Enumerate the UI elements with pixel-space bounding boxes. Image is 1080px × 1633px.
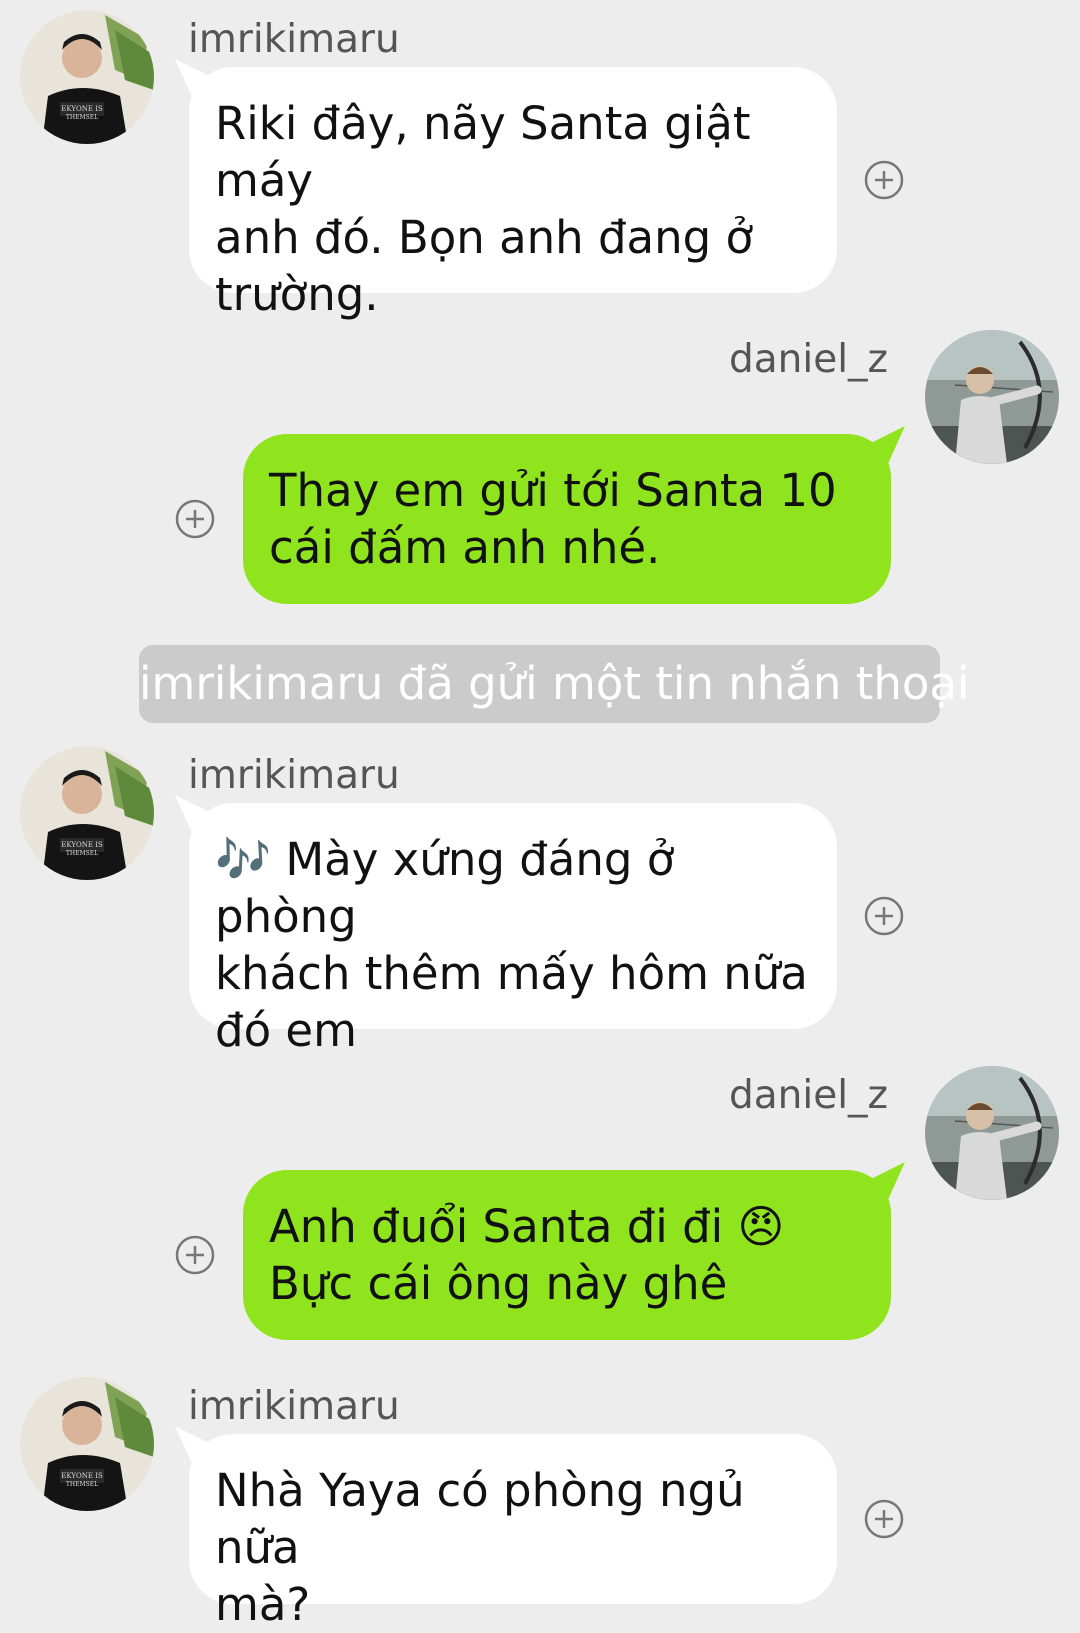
add-reaction-button[interactable] xyxy=(864,1499,904,1539)
svg-text:EKYONE IS: EKYONE IS xyxy=(61,105,103,113)
message-bubble[interactable]: Anh đuổi Santa đi đi 😠 Bực cái ông này g… xyxy=(243,1170,891,1340)
avatar-imrikimaru-image: EKYONE IS THEMSEL xyxy=(20,746,154,880)
avatar-daniel[interactable] xyxy=(925,330,1059,464)
message-bubble[interactable]: Riki đây, nãy Santa giật máy anh đó. Bọn… xyxy=(189,67,837,321)
plus-circle-icon xyxy=(864,1499,904,1539)
message-text-line: Nhà Yaya có phòng ngủ nữa xyxy=(215,1464,745,1574)
message-bubble[interactable]: 🎶 Mày xứng đáng ở phòng khách thêm mấy h… xyxy=(189,803,837,1057)
message-text-line: khách thêm mấy hôm nữa xyxy=(215,947,808,1000)
sender-name: imrikimaru xyxy=(188,17,400,62)
avatar-imrikimaru[interactable]: EKYONE IS THEMSEL xyxy=(20,746,154,880)
avatar-imrikimaru[interactable]: EKYONE IS THEMSEL xyxy=(20,10,154,144)
sender-name: daniel_z xyxy=(729,337,889,382)
message-text-line: mà? xyxy=(215,1578,311,1631)
sender-name: imrikimaru xyxy=(188,753,400,798)
svg-text:THEMSEL: THEMSEL xyxy=(66,850,98,857)
sender-name: imrikimaru xyxy=(188,1384,400,1429)
sender-name: daniel_z xyxy=(729,1073,889,1118)
message-text-line: đó em xyxy=(215,1004,357,1057)
message-text-line: anh đó. Bọn anh đang ở xyxy=(215,211,754,264)
message-text-line: Anh đuổi Santa đi đi 😠 xyxy=(269,1200,785,1253)
svg-text:THEMSEL: THEMSEL xyxy=(66,1481,98,1488)
add-reaction-button[interactable] xyxy=(175,499,215,539)
message-text-line: Thay em gửi tới Santa 10 xyxy=(269,464,837,517)
message-text-line: cái đấm anh nhé. xyxy=(269,521,661,574)
svg-text:EKYONE IS: EKYONE IS xyxy=(61,841,103,849)
avatar-daniel[interactable] xyxy=(925,1066,1059,1200)
music-notes-icon: 🎶 xyxy=(215,833,272,886)
avatar-daniel-image xyxy=(925,1066,1059,1200)
message-bubble[interactable]: Nhà Yaya có phòng ngủ nữa mà? xyxy=(189,1434,837,1631)
avatar-daniel-image xyxy=(925,330,1059,464)
plus-circle-icon xyxy=(864,160,904,200)
message-text-line: 🎶 Mày xứng đáng ở phòng xyxy=(215,833,675,943)
angry-face-icon: 😠 xyxy=(737,1200,785,1253)
svg-text:THEMSEL: THEMSEL xyxy=(66,114,98,121)
message-text-line: Riki đây, nãy Santa giật máy xyxy=(215,97,751,207)
svg-text:EKYONE IS: EKYONE IS xyxy=(61,1472,103,1480)
voice-message-notice[interactable]: imrikimaru đã gửi một tin nhắn thoại xyxy=(139,645,969,723)
message-text-line: Bực cái ông này ghê xyxy=(269,1257,728,1310)
plus-circle-icon xyxy=(864,896,904,936)
avatar-imrikimaru[interactable]: EKYONE IS THEMSEL xyxy=(20,1377,154,1511)
add-reaction-button[interactable] xyxy=(175,1235,215,1275)
message-text-line: trường. xyxy=(215,268,379,321)
plus-circle-icon xyxy=(175,499,215,539)
add-reaction-button[interactable] xyxy=(864,160,904,200)
add-reaction-button[interactable] xyxy=(864,896,904,936)
plus-circle-icon xyxy=(175,1235,215,1275)
avatar-imrikimaru-image: EKYONE IS THEMSEL xyxy=(20,1377,154,1511)
message-bubble[interactable]: Thay em gửi tới Santa 10 cái đấm anh nhé… xyxy=(243,434,891,604)
avatar-imrikimaru-image: EKYONE IS THEMSEL xyxy=(20,10,154,144)
